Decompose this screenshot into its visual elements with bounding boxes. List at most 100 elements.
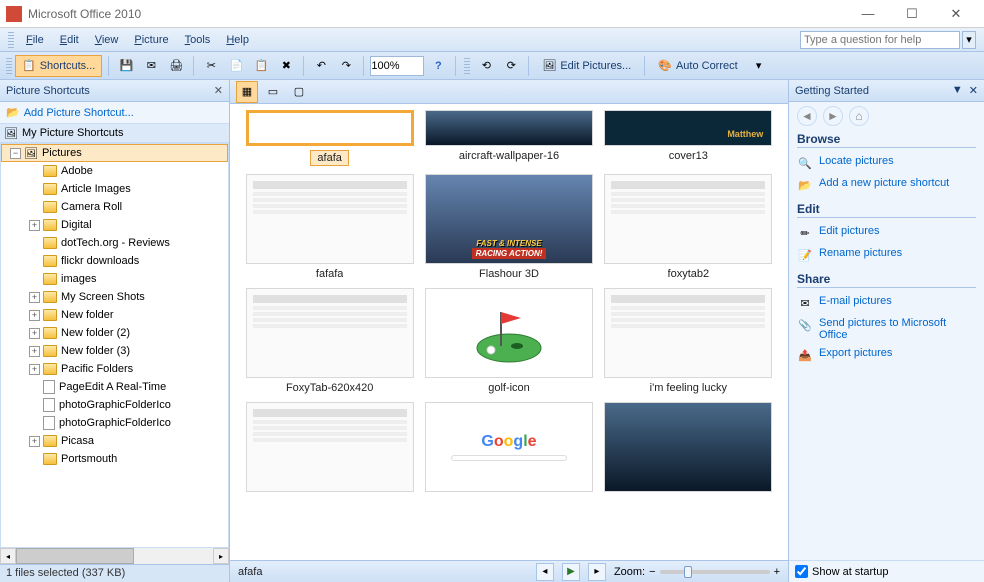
thumbnail[interactable]: i'm feeling lucky [603, 288, 774, 394]
thumbnail[interactable]: FoxyTab-620x420 [244, 288, 415, 394]
expand-icon[interactable]: + [29, 328, 40, 339]
thumbnail[interactable]: FAST & INTENSERACING ACTION!Flashour 3D [423, 174, 594, 280]
redo-button[interactable]: ↷ [335, 55, 357, 77]
expand-icon[interactable]: + [29, 436, 40, 447]
expand-icon[interactable]: + [29, 346, 40, 357]
tree-scrollbar-h[interactable]: ◂ ▸ [0, 548, 229, 564]
save-button[interactable]: 💾 [115, 55, 137, 77]
single-view-button[interactable]: ▢ [288, 81, 310, 103]
print-button[interactable]: 🖨 [165, 55, 187, 77]
scroll-left-icon[interactable]: ◂ [0, 548, 16, 564]
export-pictures-link[interactable]: 📤Export pictures [797, 344, 976, 366]
zoom-slider[interactable] [660, 570, 770, 574]
tree-row[interactable]: +New folder (2) [1, 324, 228, 342]
scroll-right-icon[interactable]: ▸ [213, 548, 229, 564]
next-image-button[interactable]: ▸ [588, 563, 606, 581]
right-pane-close[interactable]: ✕ [969, 84, 978, 97]
left-pane-close[interactable]: ✕ [214, 84, 223, 97]
expand-icon[interactable]: + [29, 364, 40, 375]
send-office-link[interactable]: 📎Send pictures to Microsoft Office [797, 314, 976, 344]
menu-edit[interactable]: Edit [52, 32, 87, 48]
tree-row[interactable]: +Digital [1, 216, 228, 234]
menu-help[interactable]: Help [218, 32, 257, 48]
expand-icon[interactable]: + [29, 220, 40, 231]
tree-row-pictures[interactable]: − 🖼 Pictures [1, 144, 228, 162]
shortcuts-button[interactable]: 📋 Shortcuts... [15, 55, 102, 77]
show-startup-checkbox[interactable] [795, 565, 808, 578]
zoom-help-button[interactable]: ? [427, 55, 449, 77]
paste-button[interactable]: 📋 [250, 55, 272, 77]
thumbnail-image [425, 288, 593, 378]
zoom-select[interactable] [370, 56, 424, 76]
mail-button[interactable]: ✉ [140, 55, 162, 77]
folder-tree[interactable]: − 🖼 Pictures AdobeArticle ImagesCamera R… [0, 143, 229, 548]
help-search-input[interactable] [800, 31, 960, 49]
delete-button[interactable]: ✖ [275, 55, 297, 77]
close-button[interactable]: ✕ [934, 2, 978, 26]
tree-row[interactable]: Article Images [1, 180, 228, 198]
right-pane-dropdown[interactable]: ▼ [952, 84, 963, 97]
add-new-shortcut-link[interactable]: 📂Add a new picture shortcut [797, 174, 976, 196]
maximize-button[interactable]: ☐ [890, 2, 934, 26]
minimize-button[interactable]: — [846, 2, 890, 26]
tree-row[interactable]: photoGraphicFolderIco [1, 414, 228, 432]
rename-pictures-link[interactable]: 📝Rename pictures [797, 244, 976, 266]
email-pictures-link[interactable]: ✉E-mail pictures [797, 292, 976, 314]
menu-file[interactable]: File [18, 32, 52, 48]
thumbnail[interactable]: aircraft-wallpaper-16 [423, 110, 594, 166]
tree-row[interactable]: flickr downloads [1, 252, 228, 270]
nav-forward-button[interactable]: ► [823, 106, 843, 126]
zoom-out-icon[interactable]: − [649, 566, 655, 578]
tree-row[interactable]: Adobe [1, 162, 228, 180]
thumbnail-area[interactable]: afafaaircraft-wallpaper-16Matthewcover13… [230, 104, 788, 560]
thumbnail[interactable]: golf-icon [423, 288, 594, 394]
tree-label: flickr downloads [61, 255, 139, 267]
thumbnail[interactable]: foxytab2 [603, 174, 774, 280]
auto-correct-button[interactable]: 🎨 Auto Correct [651, 55, 744, 77]
menu-view[interactable]: View [87, 32, 127, 48]
menu-picture[interactable]: Picture [126, 32, 176, 48]
edit-pictures-link[interactable]: ✏Edit pictures [797, 222, 976, 244]
tree-row[interactable]: +Pacific Folders [1, 360, 228, 378]
thumbnail[interactable]: Google [423, 402, 594, 492]
collapse-icon[interactable]: − [10, 148, 21, 159]
tree-row[interactable]: dotTech.org - Reviews [1, 234, 228, 252]
tree-row[interactable]: +New folder [1, 306, 228, 324]
thumbnails-view-button[interactable]: ▦ [236, 81, 258, 103]
tree-row[interactable]: +New folder (3) [1, 342, 228, 360]
zoom-in-icon[interactable]: + [774, 566, 780, 578]
edit-pictures-button[interactable]: 🖼 Edit Pictures... [535, 55, 638, 77]
locate-pictures-link[interactable]: 🔍Locate pictures [797, 152, 976, 174]
filmstrip-view-button[interactable]: ▭ [262, 81, 284, 103]
expand-icon[interactable]: + [29, 310, 40, 321]
thumbnail[interactable]: Matthewcover13 [603, 110, 774, 166]
prev-image-button[interactable]: ◂ [536, 563, 554, 581]
thumbnail[interactable]: fafafa [244, 174, 415, 280]
add-shortcut-row[interactable]: 📂 Add Picture Shortcut... [0, 102, 229, 123]
copy-button[interactable]: 📄 [225, 55, 247, 77]
add-shortcut-link[interactable]: Add Picture Shortcut... [24, 107, 134, 119]
menu-tools[interactable]: Tools [177, 32, 219, 48]
thumbnail[interactable] [603, 402, 774, 492]
tree-row[interactable]: +Picasa [1, 432, 228, 450]
tree-row[interactable]: images [1, 270, 228, 288]
tree-row[interactable]: Portsmouth [1, 450, 228, 468]
tree-row[interactable]: Camera Roll [1, 198, 228, 216]
help-search-dropdown[interactable]: ▾ [962, 31, 976, 49]
nav-home-button[interactable]: ⌂ [849, 106, 869, 126]
rotate-left-button[interactable]: ⟲ [475, 55, 497, 77]
toolbar-overflow[interactable]: ▾ [748, 55, 770, 77]
undo-button[interactable]: ↶ [310, 55, 332, 77]
rotate-right-button[interactable]: ⟳ [500, 55, 522, 77]
tree-row[interactable]: +My Screen Shots [1, 288, 228, 306]
zoom-handle[interactable] [684, 566, 692, 578]
expand-icon[interactable]: + [29, 292, 40, 303]
scroll-thumb[interactable] [16, 548, 134, 564]
slideshow-button[interactable]: ▶ [562, 563, 580, 581]
nav-back-button[interactable]: ◄ [797, 106, 817, 126]
thumbnail[interactable] [244, 402, 415, 492]
tree-row[interactable]: photoGraphicFolderIco [1, 396, 228, 414]
cut-button[interactable]: ✂ [200, 55, 222, 77]
thumbnail[interactable]: afafa [244, 110, 415, 166]
tree-row[interactable]: PageEdit A Real-Time [1, 378, 228, 396]
